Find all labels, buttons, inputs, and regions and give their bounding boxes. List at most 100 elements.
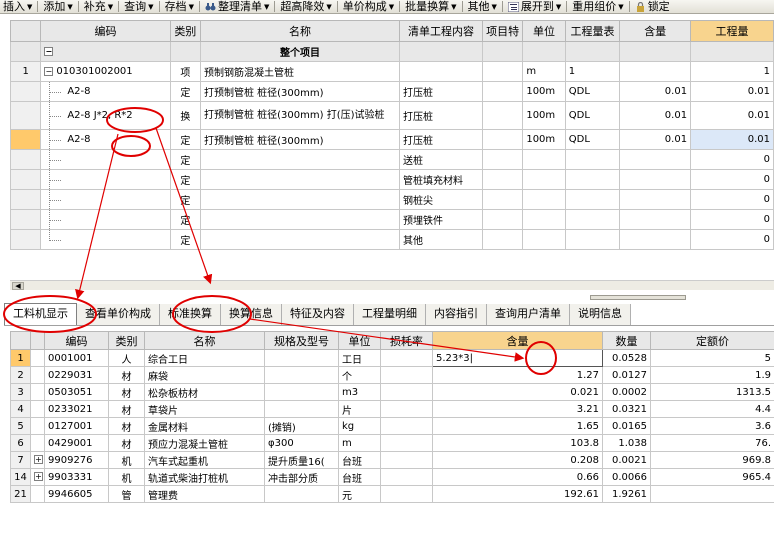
type-cell[interactable]: 换 (169, 101, 201, 130)
expand-icon[interactable]: + (34, 472, 43, 481)
name-cell[interactable]: 汽车式起重机 (144, 451, 265, 469)
unit-cell[interactable] (522, 149, 566, 170)
row-number[interactable]: 6 (10, 434, 31, 452)
spec-cell[interactable]: φ300 (264, 434, 339, 452)
feature-cell[interactable] (481, 61, 524, 82)
unit-cell[interactable]: 100m (522, 81, 566, 102)
type-cell[interactable]: 定 (169, 209, 201, 230)
quantity-cell[interactable]: 0.0321 (602, 400, 651, 418)
qty-cell[interactable] (619, 209, 692, 230)
col-header-type[interactable]: 类别 (169, 20, 201, 42)
name-cell[interactable]: 管理费 (144, 485, 265, 503)
row-number[interactable] (9, 41, 42, 62)
content-cell[interactable]: 0.021 (432, 383, 603, 401)
name-cell[interactable]: 打预制管桩 桩径(300mm) 打(压)试验桩 (199, 101, 401, 130)
code-cell[interactable]: 0127001 (44, 417, 109, 435)
amount-cell[interactable]: 0 (690, 209, 774, 230)
content-cell[interactable]: 1.65 (432, 417, 603, 435)
row-number[interactable]: 14 (10, 468, 31, 486)
insert-menu[interactable]: 插入 ▼ (0, 0, 35, 13)
row-number[interactable] (9, 149, 42, 170)
expr-cell[interactable] (564, 169, 621, 190)
unit-price-menu[interactable]: 单价构成 ▼ (340, 0, 397, 13)
feature-cell[interactable] (481, 149, 524, 170)
loss-cell[interactable] (380, 366, 433, 384)
unit-cell[interactable]: 片 (338, 400, 381, 418)
qty-cell[interactable] (619, 169, 692, 190)
name-cell[interactable]: 预制钢筋混凝土管桩 (199, 61, 401, 82)
tab-quantity-detail[interactable]: 工程量明细 (354, 304, 426, 325)
expand-cell[interactable]: + (30, 468, 45, 486)
type-cell[interactable]: 定 (169, 81, 201, 102)
content-cell[interactable]: 103.8 (432, 434, 603, 452)
table-row[interactable]: 3 0503051 材 松杂板枋材 m3 0.021 0.0002 1313.5 (10, 383, 774, 401)
qty-cell[interactable] (619, 61, 692, 82)
name-cell[interactable] (199, 209, 401, 230)
unit-cell[interactable]: 台班 (338, 451, 381, 469)
table-row[interactable]: 7 + 9909276 机 汽车式起重机 提升质量16( 台班 0.208 0.… (10, 451, 774, 469)
unit-cell[interactable] (522, 169, 566, 190)
expand-cell[interactable] (30, 485, 45, 503)
expr-cell[interactable]: QDL (564, 101, 621, 130)
content-cell[interactable]: 打压桩 (399, 81, 483, 102)
row-number[interactable] (9, 209, 42, 230)
qty-cell[interactable]: 0.01 (619, 101, 692, 130)
col-header-loss-rate[interactable]: 损耗率 (380, 331, 433, 350)
feature-cell[interactable] (481, 209, 524, 230)
type-cell[interactable]: 机 (108, 451, 145, 469)
type-cell[interactable]: 定 (169, 229, 201, 250)
spec-cell[interactable] (264, 485, 339, 503)
quantity-cell[interactable]: 0.0165 (602, 417, 651, 435)
quantity-cell[interactable]: 0.0021 (602, 451, 651, 469)
col-header-content[interactable]: 含量 (432, 331, 603, 350)
unit-cell[interactable]: kg (338, 417, 381, 435)
type-cell[interactable]: 机 (108, 468, 145, 486)
table-row[interactable]: 定 送桩 0 (9, 149, 774, 170)
type-cell[interactable]: 材 (108, 366, 145, 384)
collapse-icon[interactable]: − (44, 46, 54, 56)
name-cell[interactable]: 综合工日 (144, 349, 265, 367)
qty-cell[interactable] (619, 229, 692, 250)
col-header-code[interactable]: 编码 (40, 20, 171, 42)
content-cell[interactable] (399, 61, 483, 82)
col-header-unit[interactable]: 单位 (522, 20, 566, 42)
content-cell[interactable]: 其他 (399, 229, 483, 250)
code-cell[interactable] (40, 169, 171, 190)
expand-cell[interactable] (30, 417, 45, 435)
quantity-cell[interactable]: 0.0127 (602, 366, 651, 384)
unit-cell[interactable]: 工日 (338, 349, 381, 367)
name-cell[interactable]: 预应力混凝土管桩 (144, 434, 265, 452)
expand-icon[interactable]: + (34, 455, 43, 464)
expand-cell[interactable] (30, 400, 45, 418)
tab-content-guide[interactable]: 内容指引 (426, 304, 487, 325)
panel-splitter-handle[interactable] (590, 295, 686, 300)
content-cell[interactable]: 预埋铁件 (399, 209, 483, 230)
col-header-feature[interactable]: 项目特 (481, 20, 524, 42)
spec-cell[interactable] (264, 366, 339, 384)
name-cell[interactable]: 打预制管桩 桩径(300mm) (199, 81, 401, 102)
name-cell[interactable]: 松杂板枋材 (144, 383, 265, 401)
col-header-content[interactable]: 清单工程内容 (399, 20, 483, 42)
col-header-content-qty[interactable]: 含量 (619, 20, 692, 42)
row-number[interactable] (9, 81, 42, 102)
loss-cell[interactable] (380, 400, 433, 418)
height-adjust-menu[interactable]: 超高降效 ▼ (277, 0, 334, 13)
type-cell[interactable]: 定 (169, 129, 201, 150)
row-number[interactable] (9, 101, 42, 130)
row-number[interactable]: 2 (10, 366, 31, 384)
unit-cell[interactable] (522, 229, 566, 250)
type-cell[interactable]: 管 (108, 485, 145, 503)
quantity-cell[interactable]: 1.9261 (602, 485, 651, 503)
content-cell[interactable]: 1.27 (432, 366, 603, 384)
table-row[interactable]: 1 −010301002001 项 预制钢筋混凝土管桩 m 1 1 (9, 61, 774, 82)
col-header-quantity[interactable]: 数量 (602, 331, 651, 350)
unit-cell[interactable] (522, 189, 566, 210)
table-row[interactable]: 定 其他 0 (9, 229, 774, 250)
table-row[interactable]: 定 管桩填充材料 0 (9, 169, 774, 190)
row-number[interactable]: 1 (9, 61, 42, 82)
tab-description[interactable]: 说明信息 (570, 304, 631, 325)
type-cell[interactable]: 材 (108, 434, 145, 452)
unit-cell[interactable]: m (522, 61, 566, 82)
expand-cell[interactable] (30, 434, 45, 452)
corner-cell[interactable] (9, 20, 42, 42)
